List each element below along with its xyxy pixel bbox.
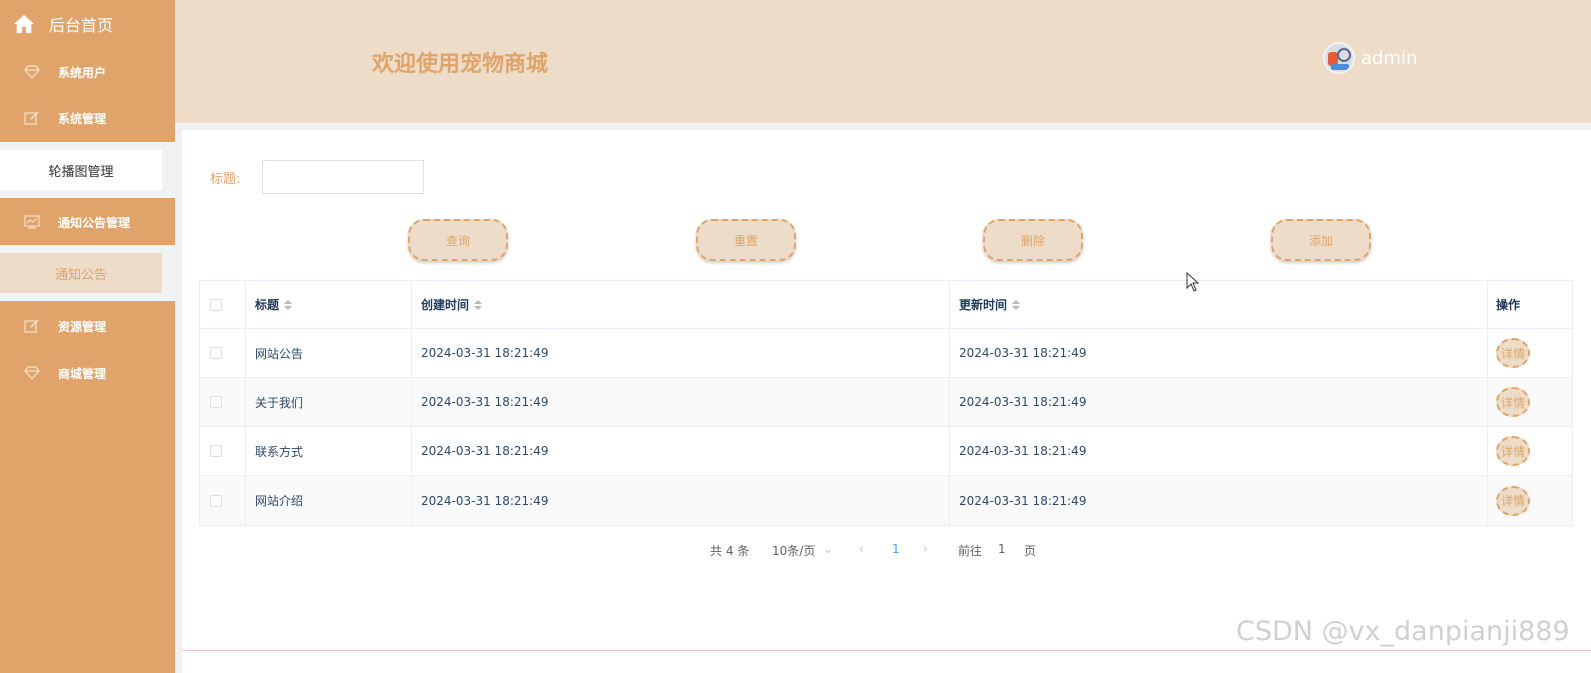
sidebar-item-mall-management[interactable]: 商城管理 — [0, 350, 175, 396]
row-created: 2024-03-31 18:21:49 — [412, 427, 950, 475]
sort-icon[interactable] — [284, 299, 293, 310]
sidebar-home-label: 后台首页 — [49, 15, 114, 35]
query-button[interactable]: 查询 — [408, 219, 508, 261]
table-row: 关于我们 2024-03-31 18:21:49 2024-03-31 18:2… — [200, 378, 1572, 427]
sidebar-item-resource-management[interactable]: 资源管理 — [0, 303, 175, 349]
header-title: 欢迎使用宠物商城 — [372, 52, 549, 77]
sidebar-item-system-management[interactable]: 系统管理 — [0, 95, 175, 141]
detail-button[interactable]: 详情 — [1496, 436, 1530, 466]
row-updated: 2024-03-31 18:21:49 — [950, 476, 1488, 525]
table-header-row: 标题 创建时间 更新时间 操作 — [200, 281, 1572, 329]
diamond-icon — [24, 64, 40, 80]
edit-icon — [24, 110, 40, 126]
home-icon — [13, 14, 35, 33]
column-header-title[interactable]: 标题 — [246, 281, 412, 328]
goto-page-input[interactable]: 1 — [998, 542, 1006, 556]
column-header-actions: 操作 — [1496, 298, 1521, 312]
sort-icon[interactable] — [474, 299, 483, 310]
search-title-input[interactable] — [262, 160, 424, 194]
row-title: 网站公告 — [246, 329, 412, 377]
top-header: 欢迎使用宠物商城 admin — [175, 0, 1591, 123]
sidebar: 后台首页 系统用户 系统管理 轮播图管理 通知公告管理 通知公告 资源管理 商城… — [0, 0, 175, 673]
row-updated: 2024-03-31 18:21:49 — [950, 378, 1488, 426]
pagination: 共 4 条 10条/页 ⌄ ‹ 1 › 前往 1 页 — [182, 542, 1591, 558]
search-title-label: 标题: — [210, 172, 241, 187]
notice-table: 标题 创建时间 更新时间 操作 网站公告 2024-03-31 18:21:49… — [199, 280, 1573, 526]
row-updated: 2024-03-31 18:21:49 — [950, 427, 1488, 475]
row-checkbox[interactable] — [210, 396, 222, 408]
table-row: 网站介绍 2024-03-31 18:21:49 2024-03-31 18:2… — [200, 476, 1572, 525]
chevron-down-icon[interactable]: ⌄ — [823, 542, 833, 556]
edit-icon — [24, 318, 40, 334]
column-header-created[interactable]: 创建时间 — [412, 281, 950, 328]
table-row: 网站公告 2024-03-31 18:21:49 2024-03-31 18:2… — [200, 329, 1572, 378]
add-button[interactable]: 添加 — [1271, 219, 1371, 261]
main-content: 标题: 查询 重置 删除 添加 标题 创建时间 更新时间 操作 网站公告 202… — [182, 130, 1591, 650]
sidebar-item-label: 资源管理 — [58, 319, 107, 334]
sidebar-home[interactable]: 后台首页 — [0, 0, 175, 47]
select-all-checkbox[interactable] — [210, 298, 222, 311]
watermark: CSDN @vx_danpianji889 — [1236, 616, 1570, 647]
row-created: 2024-03-31 18:21:49 — [412, 476, 950, 525]
sort-icon[interactable] — [1012, 299, 1021, 310]
chart-icon — [24, 214, 40, 230]
avatar — [1323, 42, 1355, 74]
row-created: 2024-03-31 18:21:49 — [412, 329, 950, 377]
row-title: 网站介绍 — [246, 476, 412, 525]
mouse-cursor-icon — [1186, 272, 1200, 292]
diamond-icon — [24, 365, 40, 381]
row-checkbox[interactable] — [210, 445, 222, 457]
table-row: 联系方式 2024-03-31 18:21:49 2024-03-31 18:2… — [200, 427, 1572, 476]
user-menu[interactable]: admin — [1323, 42, 1417, 74]
page-suffix: 页 — [1024, 544, 1037, 558]
sidebar-item-label: 系统管理 — [58, 111, 107, 126]
sidebar-subitem-carousel[interactable]: 轮播图管理 — [0, 150, 162, 190]
detail-button[interactable]: 详情 — [1496, 338, 1530, 368]
username: admin — [1361, 47, 1418, 69]
column-header-updated[interactable]: 更新时间 — [950, 281, 1488, 328]
sidebar-item-label: 系统用户 — [58, 65, 107, 80]
sidebar-item-system-users[interactable]: 系统用户 — [0, 49, 175, 95]
detail-button[interactable]: 详情 — [1496, 485, 1530, 516]
sidebar-subitem-notice[interactable]: 通知公告 — [0, 253, 162, 293]
delete-button[interactable]: 删除 — [983, 219, 1083, 261]
pagination-total: 共 4 条 — [710, 544, 750, 558]
select-all-cell — [200, 281, 246, 328]
footer-strip — [182, 650, 1591, 673]
row-title: 联系方式 — [246, 427, 412, 475]
current-page-number[interactable]: 1 — [892, 542, 900, 556]
row-checkbox[interactable] — [210, 347, 222, 359]
row-updated: 2024-03-31 18:21:49 — [950, 329, 1488, 377]
row-created: 2024-03-31 18:21:49 — [412, 378, 950, 426]
detail-button[interactable]: 详情 — [1496, 387, 1530, 417]
prev-page-icon[interactable]: ‹ — [859, 542, 864, 556]
goto-label: 前往 — [958, 544, 983, 558]
row-title: 关于我们 — [246, 378, 412, 426]
sidebar-item-label: 商城管理 — [58, 366, 107, 381]
app-root: 后台首页 系统用户 系统管理 轮播图管理 通知公告管理 通知公告 资源管理 商城… — [0, 0, 1591, 673]
reset-button[interactable]: 重置 — [696, 219, 796, 261]
next-page-icon[interactable]: › — [923, 542, 928, 556]
sidebar-item-notice-management[interactable]: 通知公告管理 — [0, 199, 175, 245]
page-size-select[interactable]: 10条/页 — [772, 542, 815, 559]
sidebar-item-label: 通知公告管理 — [58, 215, 131, 230]
row-checkbox[interactable] — [210, 494, 222, 507]
